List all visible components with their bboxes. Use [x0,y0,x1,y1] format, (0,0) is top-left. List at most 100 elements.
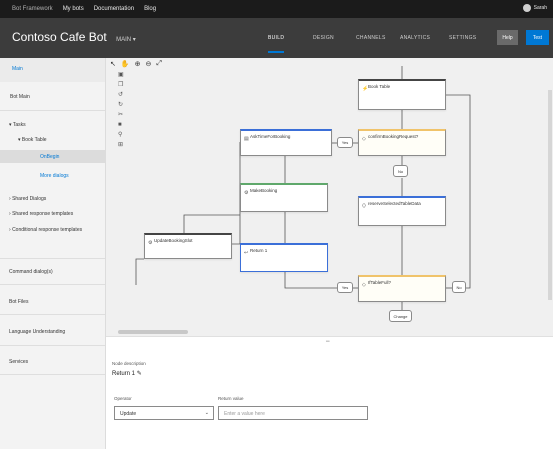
left-navigation: Main Bot Main ▾ Tasks ▾ Book Table OnBeg… [0,58,106,449]
nav-subitem[interactable]: More dialogs [40,173,69,179]
flow-node-label: IfTableFull? [368,280,392,285]
operator-select-value: Update [120,411,137,417]
nav-subitem-selected[interactable]: OnBegin [40,154,59,160]
fit-icon[interactable]: ⤢ [156,60,162,68]
zoom-out-icon[interactable]: ⊖ [145,60,151,68]
test-button[interactable]: Test [526,30,549,45]
branch-pill-no[interactable]: No [393,165,408,177]
flow-node-label: confirmBookingRequest? [368,134,419,139]
code-icon: ⚙ [244,190,249,196]
link-icon[interactable]: ⚲ [118,132,124,138]
help-button[interactable]: Help [497,30,518,45]
canvas-toolstrip: ▣ ❐ ↺ ↻ ✂ ■ ⚲ ⊞ [118,72,124,148]
nav-section-language-understanding[interactable]: Language Understanding [9,329,65,335]
operator-select[interactable]: Update ⌄ [114,406,214,420]
nav-shared-templates[interactable]: › Shared response templates [9,211,73,217]
delete-icon[interactable]: ■ [118,122,124,128]
nav-divider [0,314,105,315]
cut-icon[interactable]: ✂ [118,112,124,118]
nav-conditional-templates[interactable]: › Conditional response templates [9,226,101,234]
nav-task-item-label: Book Table [21,137,47,143]
edit-icon[interactable]: ✎ [137,371,142,377]
cursor-icon[interactable]: ↖ [110,60,116,68]
nav-conditional-templates-label: Conditional response templates [12,227,83,233]
nav-divider [0,374,105,375]
nav-filter[interactable]: Main [0,58,105,82]
canvas-toolbar: ↖ ✋ ⊕ ⊖ ⤢ [110,60,162,68]
branch-pill-yes[interactable]: Yes [337,282,353,293]
top-bar: Bot Framework My bots Documentation Blog… [0,0,553,18]
nav-divider [0,258,105,259]
nav-tasks-label: Tasks [12,122,26,128]
branch-pill-no[interactable]: No [452,281,466,293]
nav-bot-root[interactable]: Bot Main [10,94,30,100]
bot-title-text: Contoso Cafe Bot [12,30,107,44]
node-description-value: Return 1 ✎ [112,370,142,377]
tab-analytics[interactable]: ANALYTICS [400,35,430,41]
return-value-label: Return value [218,396,244,401]
nav-section-services[interactable]: Services [9,359,28,365]
nav-filter-label: Main [12,66,23,72]
tab-build[interactable]: BUILD [268,35,285,53]
app-bar: Contoso Cafe Bot MAIN ▾ BUILD DESIGN CHA… [0,18,553,58]
lock-icon[interactable]: ⊞ [118,142,124,148]
undo-icon[interactable]: ↺ [118,92,124,98]
variable-icon: ⟨⟩ [362,203,366,209]
node-description-text: Return 1 [112,371,136,377]
flow-canvas[interactable] [106,58,553,336]
nav-tasks[interactable]: ▾ Tasks [9,122,26,128]
tab-settings[interactable]: SETTINGS [449,35,476,41]
bot-title: Contoso Cafe Bot MAIN ▾ [12,30,136,44]
operator-label: Operator [114,396,132,401]
brand-link[interactable]: Bot Framework [12,6,53,12]
nav-shared-dialogs-label: Shared Dialogs [12,196,47,202]
nav-link-my-bots[interactable]: My bots [63,6,84,12]
nav-link-blog[interactable]: Blog [144,6,156,12]
nav-link-documentation[interactable]: Documentation [94,6,134,12]
flow-node-label: Return 1 [250,248,268,253]
flow-node-label: AskTimeForBooking [250,134,291,139]
return-icon: ↩ [244,250,249,256]
trigger-icon: ⚡ [362,86,369,92]
condition-icon: ◇ [362,136,366,142]
branch-pill-yes[interactable]: Yes [337,137,353,148]
settings-icon: ⚙ [148,240,153,246]
tab-channels[interactable]: CHANNELS [356,35,386,41]
zoom-in-icon[interactable]: ⊕ [135,60,141,68]
nav-divider [0,110,105,111]
user-menu[interactable]: Sarah [522,4,547,12]
nav-shared-templates-label: Shared response templates [12,211,74,217]
pan-icon[interactable]: ✋ [121,60,130,68]
flow-node-label: MakeBooking [250,188,278,193]
redo-icon[interactable]: ↻ [118,102,124,108]
canvas-vertical-scrollbar[interactable] [548,90,552,300]
flow-node-set-table[interactable]: ⚙ UpdateBookingSlot [144,233,232,259]
nav-section-command-dialogs[interactable]: Command dialog(s) [9,269,53,275]
tab-design[interactable]: DESIGN [313,35,334,41]
avatar [522,4,531,12]
return-value-input[interactable]: Enter a value here [218,406,368,420]
flow-node-make-booking[interactable]: ⚙ MakeBooking [240,183,328,212]
nav-section-bot-files[interactable]: Bot Files [9,299,28,305]
copy-icon[interactable]: ❐ [118,82,124,88]
message-icon: ▤ [244,136,249,142]
flow-node-ask[interactable]: ▤ AskTimeForBooking [240,129,332,156]
condition-icon: ◇ [362,282,366,288]
flow-node-condition[interactable]: ◇ confirmBookingRequest? [358,129,446,156]
canvas-horizontal-scrollbar[interactable] [118,330,188,334]
branch-pill-change[interactable]: Change [389,310,412,322]
nav-shared-dialogs[interactable]: › Shared Dialogs [9,196,46,202]
property-panel: ═ Node description Return 1 ✎ Operator U… [106,336,553,449]
node-description-label: Node description [112,361,146,366]
nav-task-item[interactable]: ▾ Book Table [18,137,47,143]
flow-node-if-full[interactable]: ◇ IfTableFull? [358,275,446,302]
nav-divider [0,284,105,285]
panel-resize-handle[interactable]: ═ [326,339,330,345]
save-icon[interactable]: ▣ [118,72,124,78]
dialog-selector[interactable]: MAIN ▾ [116,37,136,43]
user-name: Sarah [533,5,547,11]
flow-node-start[interactable]: ⚡ Book Table [358,79,446,110]
flow-node-return[interactable]: ↩ Return 1 [240,243,328,272]
flow-node-label: reserveSelectedTableData [368,201,421,206]
flow-node-reserve[interactable]: ⟨⟩ reserveSelectedTableData [358,196,446,226]
